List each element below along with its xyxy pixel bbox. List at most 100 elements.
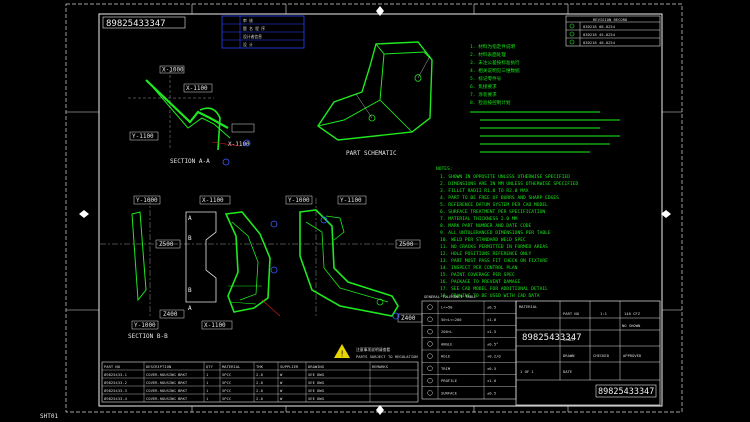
top-note-1: 1. 材料为指定件说明 [470, 43, 515, 50]
tolerance-row-symbol [427, 390, 433, 396]
bom-cell: 1 [206, 372, 209, 377]
bom-cell: SPCC [222, 372, 231, 377]
bom-header: QTY [206, 364, 214, 369]
bom-cell: COVER-HOUSING BRKT [146, 396, 188, 401]
bom-cell: W [280, 388, 283, 393]
note-line-16: 16. PACKAGE TO PREVENT DAMAGE [440, 279, 520, 285]
header-row-3: 设计者信息 [243, 34, 262, 39]
tolerance-row-symbol [427, 304, 433, 310]
bom-cell: W [280, 372, 283, 377]
drawing-number-bottom: 89825433347 [598, 387, 654, 397]
note-line-17: 17. SEE CAD MODEL FOR ADDITIONAL DETAIL [440, 286, 548, 292]
header-table: 审 核 题 名 程 序 设计者信息 设 计 [221, 15, 305, 49]
warning-callout: ! 注意事项说明请查看 PARTS SUBJECT TO REGULATION [334, 344, 418, 359]
cad-drawing-canvas[interactable]: 89825433347 审 核 题 名 程 序 设计者信息 设 计 REVISI… [0, 0, 750, 422]
bom-cell: 2.0 [256, 372, 264, 377]
bom-header: DRAWING [308, 364, 325, 369]
zone-label-2: B [188, 235, 192, 242]
tolerance-value: ±1.0 [487, 317, 497, 322]
main-dim-1: Y-1000 [136, 197, 158, 204]
bom-cell: SPCC [222, 388, 231, 393]
bom-header: DESCRIPTION [146, 364, 172, 369]
tolerance-table: GENERAL TOLERANCE TABLE [421, 294, 517, 400]
bom-cell: 2.0 [256, 388, 264, 393]
sec-aa-dim-2: X-1100 [186, 85, 208, 92]
note-line-1: 1. SHOWN IN OPPOSITE UNLESS OTHERWISE SP… [440, 174, 570, 180]
material-title: MATERIAL [519, 304, 538, 309]
main-front-view[interactable]: Y-1000 X-1100 Y-1000 Y-1100 Z500 Z500 Z4… [100, 195, 423, 340]
main-dim-8: Z400 [401, 315, 416, 322]
bom-cell: 89825433-3 [104, 388, 127, 393]
note-line-11: 11. NO CRACKS PERMITTED IN FORMED AREAS [440, 244, 548, 250]
tolerance-value: ±0.5 [487, 366, 496, 371]
bom-cell: 1 [206, 380, 209, 385]
center-mark-left [79, 210, 89, 218]
bom-cell: SPCC [222, 396, 231, 401]
note-line-14: 14. INSPECT PER CONTROL PLAN [440, 265, 518, 271]
main-dim-2: X-1100 [202, 197, 224, 204]
note-line-13: 13. PART MUST PASS FIT CHECK ON FIXTURE [440, 258, 548, 264]
main-dim-10: X-1100 [204, 322, 226, 329]
bom-cell: 89825433-2 [104, 380, 127, 385]
title-part-number: 89825433347 [522, 333, 582, 343]
tolerance-value: ±0.5° [487, 341, 498, 346]
header-row-2: 题 名 程 序 [243, 26, 265, 31]
tolerance-row-symbol [427, 341, 433, 347]
bom-header: SUPPLIER [280, 364, 299, 369]
note-line-6: 6. SURFACE TREATMENT PER SPECIFICATION [440, 209, 545, 215]
tb-cell-1: PART NO [563, 311, 580, 316]
revision-title: REVISION RECORD [593, 17, 628, 22]
tolerance-range: 200<L [441, 329, 453, 334]
tolerance-value: ±1.5 [487, 329, 496, 334]
zone-label-1: A [188, 215, 192, 222]
header-row-4: 设 计 [243, 42, 253, 47]
bom-cell: 89825433-1 [104, 372, 128, 377]
revision-row-3: 03D218 48-0254 [583, 40, 616, 45]
note-line-9: 9. ALL UNTOLERANCED DIMENSIONS PER TABLE [440, 230, 551, 236]
bom-cell: 1 [206, 388, 209, 393]
tolerance-row-symbol [427, 365, 433, 372]
note-line-2: 2. DIMENSIONS ARE IN MM UNLESS OTHERWISE… [440, 181, 579, 187]
top-note-3: 3. 未注公差按标准执行 [470, 59, 520, 66]
tolerance-value: ±0.5 [487, 390, 496, 395]
note-line-12: 12. HOLE POSITIONS REFERENCE ONLY [440, 251, 532, 257]
warning-icon-glyph: ! [341, 350, 344, 359]
tolerance-range: L<=50 [441, 305, 453, 310]
section-bb-label: SECTION B-B [128, 333, 168, 340]
top-note-5: 5. 标记零件号 [470, 75, 502, 82]
sec-aa-dim-3: Y-1100 [132, 133, 154, 140]
note-line-8: 8. MARK PART NUMBER AND DATE CODE [440, 223, 532, 229]
note-line-5: 5. REFERENCE DATUM SYSTEM PER CAD MODEL [440, 202, 548, 208]
tolerance-range: TRIM [441, 366, 451, 371]
tb-cell-3: 140 CFZ [624, 311, 641, 316]
bom-cell: SEE DWG [308, 372, 325, 377]
section-aa-view[interactable]: X-1000 X-1100 Y-1100 X-1100 SECTION A-A [128, 65, 255, 166]
tolerance-row-symbol [427, 377, 433, 384]
bom-cell: COVER-HOUSING BRKT [146, 372, 188, 377]
tolerance-value: ±1.0 [487, 378, 497, 383]
warning-text: 注意事项说明请查看 [356, 347, 390, 352]
bom-cell: SEE DWG [308, 388, 325, 393]
main-dim-7: Z400 [163, 311, 178, 318]
bom-header: THK [256, 364, 264, 369]
revision-row-2: 03D218 45-0254 [583, 32, 616, 37]
drawing-number: 89825433347 [106, 19, 166, 29]
notes-block: NOTES: 1. SHOWN IN OPPOSITE UNLESS OTHER… [436, 166, 579, 299]
top-notes: 1. 材料为指定件说明 2. 材料表面处理 3. 未注公差按标准执行 4. 相关… [470, 43, 620, 153]
bom-cell: SEE DWG [308, 380, 325, 385]
tb-cell-2: 1:1 [600, 311, 608, 316]
main-dim-5: Z500 [159, 241, 174, 248]
zone-label-3: B [188, 287, 192, 294]
revision-table: REVISION RECORD 03D218 08-0254 03D218 45… [565, 15, 661, 47]
bom-header: MATERIAL [222, 364, 241, 369]
note-line-7: 7. MATERIAL THICKNESS 2.0 MM [440, 216, 518, 222]
note-line-10: 10. WELD PER STANDARD WELD SPEC [440, 237, 526, 243]
tolerance-row-symbol [427, 316, 433, 323]
title-block: MATERIAL PART NO 1:1 140 CFZ NO SHOWN SC… [515, 300, 661, 406]
sheet-info: 1 OF 1 [520, 369, 534, 374]
tolerance-range: ANGLE [441, 341, 453, 346]
part-schematic-view[interactable]: PART SCHEMATIC [317, 41, 433, 157]
tb-cell-8: APPROVED [623, 353, 642, 358]
warning-subtext: PARTS SUBJECT TO REGULATION [356, 354, 418, 359]
header-row-1: 审 核 [243, 18, 253, 23]
